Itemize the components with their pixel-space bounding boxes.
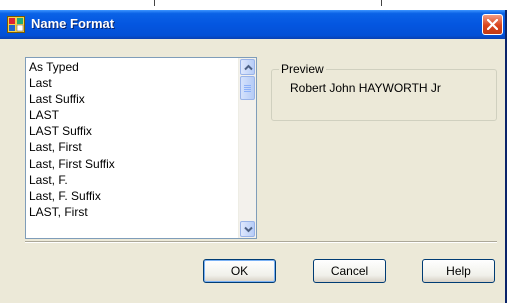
name-format-dialog: Name Format As Typed Last Last Suffix LA… [0,10,507,303]
list-item[interactable]: Last, First Suffix [29,156,234,172]
title-bar[interactable]: Name Format [0,10,505,39]
ruler-tick [154,0,155,6]
list-scrollbar[interactable] [238,58,256,238]
list-item[interactable]: Last, First [29,139,234,155]
scroll-thumb[interactable] [240,76,255,100]
list-item[interactable]: Last [29,75,234,91]
ok-button[interactable]: OK [203,259,276,283]
name-format-list[interactable]: As Typed Last Last Suffix LAST LAST Suff… [25,57,257,239]
list-item[interactable]: Last, F. Suffix [29,188,234,204]
scroll-down-button[interactable] [240,221,255,237]
ruler-tick [381,0,382,6]
thumb-grip [244,85,251,86]
preview-group: Preview Robert John HAYWORTH Jr [271,62,497,121]
divider [25,241,497,243]
list-item[interactable]: LAST [29,107,234,123]
cancel-button[interactable]: Cancel [313,259,386,283]
close-icon [487,19,498,30]
close-button[interactable] [482,14,503,35]
thumb-grip [244,89,251,90]
list-item[interactable]: As Typed [29,59,234,75]
preview-label: Preview [279,62,326,76]
name-card-icon [7,16,25,33]
preview-value: Robert John HAYWORTH Jr [290,81,441,95]
background-strip [0,0,507,10]
thumb-grip [244,91,251,92]
list-item[interactable]: Last, F. [29,172,234,188]
list-item[interactable]: LAST Suffix [29,123,234,139]
help-button[interactable]: Help [422,259,495,283]
chevron-up-icon [244,64,253,71]
chevron-down-icon [244,226,253,233]
list-item[interactable]: Last Suffix [29,91,234,107]
thumb-grip [244,87,251,88]
scroll-up-button[interactable] [240,59,255,75]
list-item[interactable]: LAST, First [29,204,234,220]
dialog-title: Name Format [31,16,115,31]
list-items: As Typed Last Last Suffix LAST LAST Suff… [29,59,234,220]
